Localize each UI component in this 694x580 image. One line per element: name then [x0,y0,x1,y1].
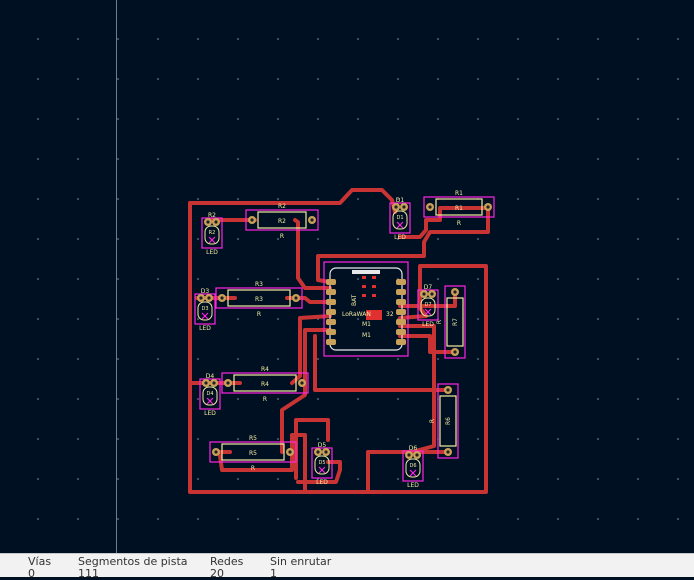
nets-value: 20 [210,567,224,580]
pcb-layout[interactable]: R2 R2 R R3 R3 R R4 R4 R R5 R5 R R1 R1 R R6 R R7R D1 D1 LED R2… [0,0,694,553]
m1-pad-left [326,329,336,335]
m1-ref-label: M1 [362,321,371,328]
r6-ref-label: R6 [445,417,452,425]
r2-ref-label: R2 [278,218,286,225]
crosshair-cursor [116,0,117,553]
d7-ref-fab: D7 [424,302,431,308]
d3-ref-fab: D3 [201,306,208,312]
m1-pad-right [396,329,406,335]
led-d4[interactable]: D4 D4 LED [199,373,221,417]
d2-value-label: LED [206,249,218,256]
d1-ref-fab: D1 [396,215,403,221]
r3-value-label: R [257,311,261,318]
resistor-r7[interactable]: R7R [436,285,466,359]
r2-ref-silk: R2 [278,203,286,210]
r1-ref-silk: R1 [455,190,463,197]
grid-dots [37,38,679,520]
vias-stat: Vías 0 [28,556,51,580]
m1-pad-left [326,299,336,305]
r5-ref-label: R5 [249,450,257,457]
d2-ref-fab: R2 [209,230,216,236]
d1-value-label: LED [394,234,406,241]
m1-pad-right [396,339,406,345]
led-d5[interactable]: D5 D5 LED [311,442,333,486]
track-outer [188,201,488,494]
r4-ref-label: R4 [261,381,269,388]
m1-chip-label: LoRaWAN [342,311,371,318]
d6-ref-label: D6 [409,445,418,452]
r7-ref-label: R7 [452,318,459,326]
vias-value: 0 [28,567,35,580]
m1-pad-left [326,309,336,315]
m1-pad-left [326,339,336,345]
d3-value-label: LED [199,325,211,332]
r6-value-label: R [429,419,436,423]
d3-ref-label: D3 [201,288,210,295]
copper-tracks [188,188,490,494]
r4-value-label: R [263,396,267,403]
nets-stat: Redes 20 [210,556,243,580]
m1-pad-right [396,289,406,295]
m1-pad-left [326,319,336,325]
r2-value-label: R [280,233,284,240]
m1-side-label: BAT [351,294,358,306]
d4-ref-fab: D4 [206,391,213,397]
r1-value-label: R [457,220,461,227]
segments-value: 111 [78,567,99,580]
components-layer: R2 R2 R R3 R3 R R4 R4 R R5 R5 R R1 R1 R R6 R R7R D1 D1 LED R2… [194,190,495,489]
r3-ref-label: R3 [255,296,263,303]
r1-ref-label: R1 [455,205,463,212]
d4-ref-label: D4 [206,373,215,380]
pcb-editor-canvas[interactable]: R2 R2 R R3 R3 R R4 R4 R R5 R5 R R1 R1 R R6 R R7 R D1 D1 LED R2… [0,0,694,553]
d1-ref-label: D1 [396,197,405,204]
d6-value-label: LED [407,482,419,489]
led-d3[interactable]: D3 D3 LED [194,288,216,332]
m1-pad-right [396,309,406,315]
track-top [188,188,397,214]
d2-ref-label: R2 [208,212,216,219]
m1-pad-left [326,289,336,295]
r5-ref-silk: R5 [249,435,257,442]
resistor-r2[interactable]: R2 R2 R [245,203,319,240]
r3-ref-silk: R3 [255,281,263,288]
status-bar: Vías 0 Segmentos de pista 111 Redes 20 S… [0,553,694,580]
module-m1[interactable]: BAT LoRaWAN 32 M1 M1 [323,261,409,357]
d7-ref-label: D7 [424,284,433,291]
m1-value-label: M1 [362,332,371,339]
unrouted-stat: Sin enrutar 1 [270,556,331,580]
unrouted-value: 1 [270,567,277,580]
d5-ref-fab: D5 [318,460,325,466]
d5-ref-label: D5 [318,442,327,449]
unrouted-label: Sin enrutar [270,555,332,568]
r4-ref-silk: R4 [261,366,269,373]
r5-value-label: R [251,465,255,472]
m1-pad-right [396,319,406,325]
m1-extra-label: 32 [386,311,394,318]
d7-value-label: LED [422,321,434,328]
d5-value-label: LED [316,479,328,486]
d4-value-label: LED [204,410,216,417]
segments-stat: Segmentos de pista 111 [78,556,188,580]
m1-pad-left [326,279,336,285]
m1-pad-right [396,299,406,305]
m1-pad-right [396,279,406,285]
d6-ref-fab: D6 [409,463,416,469]
